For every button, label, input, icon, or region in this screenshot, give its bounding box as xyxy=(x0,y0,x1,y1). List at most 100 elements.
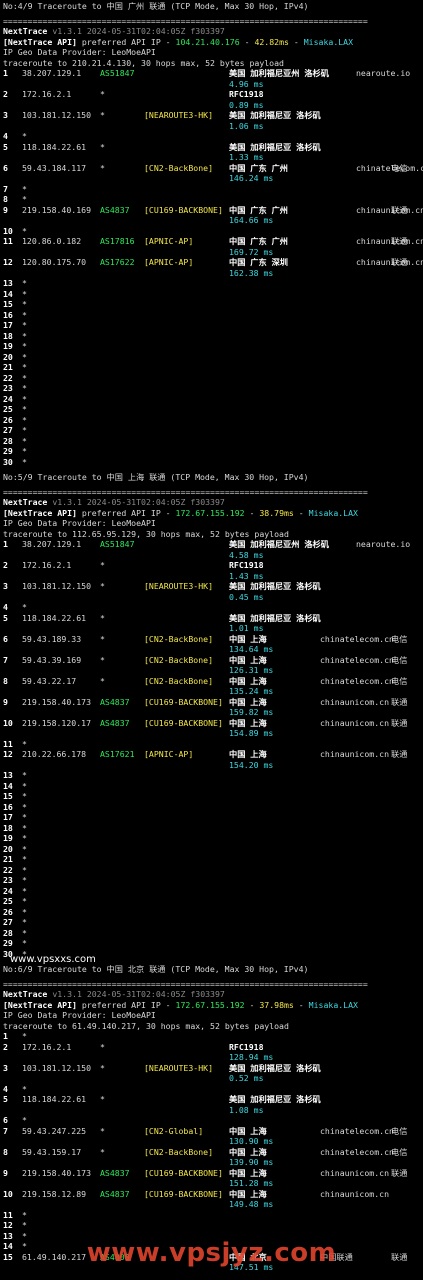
hop-number: 16 xyxy=(3,309,13,320)
hop-domain: chinatelecom.cn xyxy=(320,675,394,686)
hop-tag: [APNIC-AP] xyxy=(144,257,194,267)
hop-number: 6 xyxy=(3,633,8,644)
hop-latency: 128.94 ms xyxy=(229,1052,274,1062)
hop-timeout: * xyxy=(22,456,27,467)
hop-ip: 219.158.120.17 xyxy=(22,717,92,728)
hop-asn: AS4837 xyxy=(100,696,130,707)
hop-geo: RFC1918 xyxy=(229,89,264,99)
hop-latency: 139.90 ms xyxy=(229,1157,274,1167)
separator: ========================================… xyxy=(3,16,368,27)
hop-ip: 172.16.2.1 xyxy=(22,560,72,570)
hop-timeout: * xyxy=(22,131,27,141)
hop-geo: 中国 上海 xyxy=(229,1167,267,1178)
hop-timeout: * xyxy=(22,1230,27,1241)
hop-number: 14 xyxy=(3,780,13,791)
hop-number: 4 xyxy=(3,602,8,612)
hop-latency: 164.66 ms xyxy=(229,215,274,225)
hop-timeout: * xyxy=(22,1031,27,1041)
hop-domain: chinaunicom.cn xyxy=(320,696,390,707)
hop-tag: [CN2-BackBone] xyxy=(144,162,214,173)
hop-latency: 154.20 ms xyxy=(229,759,274,770)
hop-number: 1 xyxy=(3,1031,8,1041)
hop-geo: 中国 上海 xyxy=(229,1188,267,1199)
separator: ========================================… xyxy=(3,15,368,26)
api-ip: 172.67.155.192 xyxy=(175,999,245,1010)
hop-timeout: * xyxy=(22,780,27,791)
hop-number: 12 xyxy=(3,749,13,759)
hop-asn: AS17621 xyxy=(100,749,135,759)
hop-number: 23 xyxy=(3,875,13,885)
hop-isp: 联通 xyxy=(391,717,408,728)
hop-asn: AS17622 xyxy=(100,257,135,267)
nexttrace-header: NextTrace v1.3.1 2024-05-31T02:04:05Z f3… xyxy=(3,989,225,1000)
traceroute-target: traceroute to 210.21.4.130, 30 hops max,… xyxy=(3,57,284,68)
hop-tag: [CU169-BACKBONE] xyxy=(144,696,223,707)
hop-domain: chinatelecom.cn xyxy=(320,1125,394,1136)
traceroute-target: traceroute to 112.65.95.129, 30 hops max… xyxy=(3,528,289,539)
hop-timeout: * xyxy=(22,906,27,917)
separator: ========================================… xyxy=(3,979,368,990)
hop-latency: 151.28 ms xyxy=(229,1178,274,1188)
watermark-text-top: www.vpsxxs.com xyxy=(10,954,96,965)
hop-number: 22 xyxy=(3,864,13,875)
trace-title: No:4/9 Traceroute to 中国 广州 联通 (TCP Mode,… xyxy=(3,1,309,11)
api-text: preferred API IP - xyxy=(76,999,176,1010)
hop-timeout: * xyxy=(22,896,27,906)
hop-number: 28 xyxy=(3,435,13,446)
hop-number: 2 xyxy=(3,560,8,570)
hop-number: 25 xyxy=(3,404,13,414)
hop-ip: 118.184.22.61 xyxy=(22,612,87,623)
hop-tag: [CU169-BACKBONE] xyxy=(144,1167,223,1178)
hop-domain: chinaunicom.cn xyxy=(320,749,390,759)
hop-geo: 中国 上海 xyxy=(229,633,267,644)
hop-isp: 联通 xyxy=(391,749,408,759)
hop-latency: 134.64 ms xyxy=(229,644,274,654)
hop-ip: 59.43.189.33 xyxy=(22,633,82,644)
hop-timeout: * xyxy=(22,425,27,435)
hop-isp: 电信 xyxy=(391,654,408,665)
hop-geo: 美国 加利福尼亚 洛杉矶 xyxy=(229,110,321,120)
hop-number: 1 xyxy=(3,68,8,78)
hop-number: 12 xyxy=(3,1220,13,1230)
hop-geo: 中国 上海 xyxy=(229,717,267,728)
nexttrace-label: NextTrace xyxy=(3,497,48,507)
hop-latency: 1.06 ms xyxy=(229,120,264,131)
api-latency: 37.98ms xyxy=(259,999,294,1010)
hop-number: 8 xyxy=(3,194,8,204)
hop-asn: * xyxy=(100,675,105,686)
api-sep: - xyxy=(239,36,255,47)
geo-provider: IP Geo Data Provider: LeoMoeAPI xyxy=(3,1010,156,1020)
hop-number: 10 xyxy=(3,717,13,728)
hop-number: 15 xyxy=(3,791,13,801)
api-node: Misaka.LAX xyxy=(303,36,354,47)
hop-timeout: * xyxy=(22,288,27,299)
hop-timeout: * xyxy=(22,864,27,875)
hop-tag: [APNIC-AP] xyxy=(144,236,194,246)
nexttrace-version: v1.3.1 2024-05-31T02:04:05Z f303397 xyxy=(52,497,225,507)
hop-geo: 中国 上海 xyxy=(229,696,267,707)
watermark-text-bottom: www.vpsjyz.com xyxy=(86,1238,337,1268)
nexttrace-header: NextTrace v1.3.1 2024-05-31T02:04:05Z f3… xyxy=(3,497,225,508)
hop-ip: 59.43.22.17 xyxy=(22,675,77,686)
api-label: [NextTrace API] xyxy=(3,507,77,518)
hop-number: 28 xyxy=(3,927,13,938)
hop-domain: nearoute.io xyxy=(356,539,411,549)
traceroute-target: traceroute to 210.21.4.130, 30 hops max,… xyxy=(3,58,284,69)
hop-timeout: * xyxy=(22,1220,27,1230)
hop-latency: 126.31 ms xyxy=(229,665,274,675)
hop-number: 2 xyxy=(3,1041,8,1052)
traceroute-target: traceroute to 112.65.95.129, 30 hops max… xyxy=(3,529,289,540)
hop-asn: * xyxy=(100,560,105,570)
hop-number: 18 xyxy=(3,330,13,341)
hop-timeout: * xyxy=(22,183,27,194)
hop-tag: [NEAROUTE3-HK] xyxy=(144,110,214,120)
hop-number: 9 xyxy=(3,204,8,215)
hop-timeout: * xyxy=(22,812,27,822)
hop-number: 19 xyxy=(3,833,13,843)
hop-ip: 103.181.12.150 xyxy=(22,110,92,120)
trace-title: No:6/9 Traceroute to 中国 北京 联通 (TCP Mode,… xyxy=(3,964,309,974)
hop-number: 3 xyxy=(3,110,8,120)
hop-domain: chinaunicom.cn xyxy=(320,1188,390,1199)
hop-timeout: * xyxy=(22,1209,27,1220)
hop-latency: 1.01 ms xyxy=(229,623,264,633)
